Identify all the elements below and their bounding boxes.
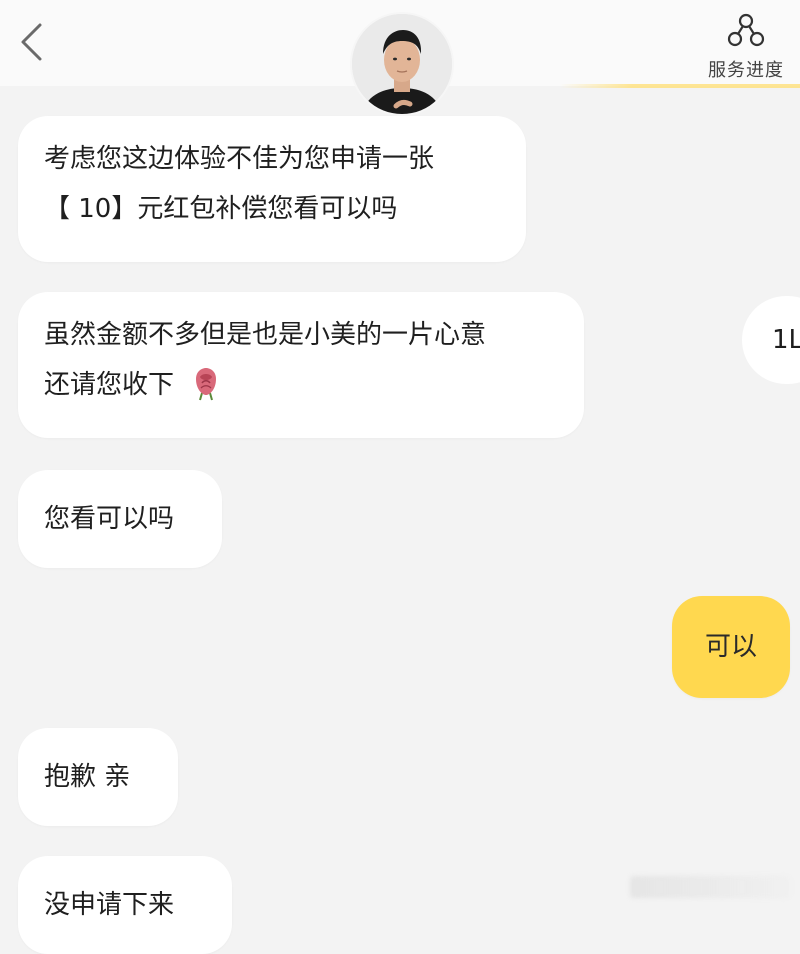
message-text: 可以 [704, 632, 757, 662]
avatar-portrait [352, 14, 452, 114]
message-bubble-user-partial[interactable]: 1L [742, 296, 800, 384]
message-text-line: 考虑您这边体验不佳为您申请一张 [44, 144, 435, 174]
message-text-line: 【 10】元红包补偿您看可以吗 [44, 194, 398, 224]
message-bubble-agent[interactable]: 您看可以吗 [18, 470, 222, 568]
message-bubble-agent[interactable]: 没申请下来 [18, 856, 232, 954]
message-bubble-user[interactable]: 可以 [672, 596, 790, 698]
service-progress-label: 服务进度 [708, 60, 784, 81]
rose-icon [196, 368, 217, 401]
chevron-left-icon [21, 23, 42, 61]
service-progress-button[interactable]: 服务进度 [696, 8, 796, 84]
message-text: 没申请下来 [44, 890, 175, 920]
agent-avatar[interactable] [350, 12, 454, 116]
message-text-line: 虽然金额不多但是也是小美的一片心意 [44, 320, 487, 350]
blurred-watermark [630, 876, 790, 898]
message-text: 抱歉 亲 [44, 762, 131, 792]
message-text: 您看可以吗 [44, 504, 175, 534]
back-button[interactable] [14, 22, 48, 62]
header-accent-line [560, 84, 800, 88]
network-nodes-icon [727, 13, 765, 47]
message-bubble-agent[interactable]: 考虑您这边体验不佳为您申请一张 【 10】元红包补偿您看可以吗 [18, 116, 526, 262]
message-text: 1L [772, 325, 800, 355]
message-text: 还请您收下 [44, 370, 175, 400]
message-bubble-agent[interactable]: 虽然金额不多但是也是小美的一片心意 还请您收下 [18, 292, 584, 438]
message-text-line-with-emoji: 还请您收下 [44, 360, 558, 410]
message-bubble-agent[interactable]: 抱歉 亲 [18, 728, 178, 826]
